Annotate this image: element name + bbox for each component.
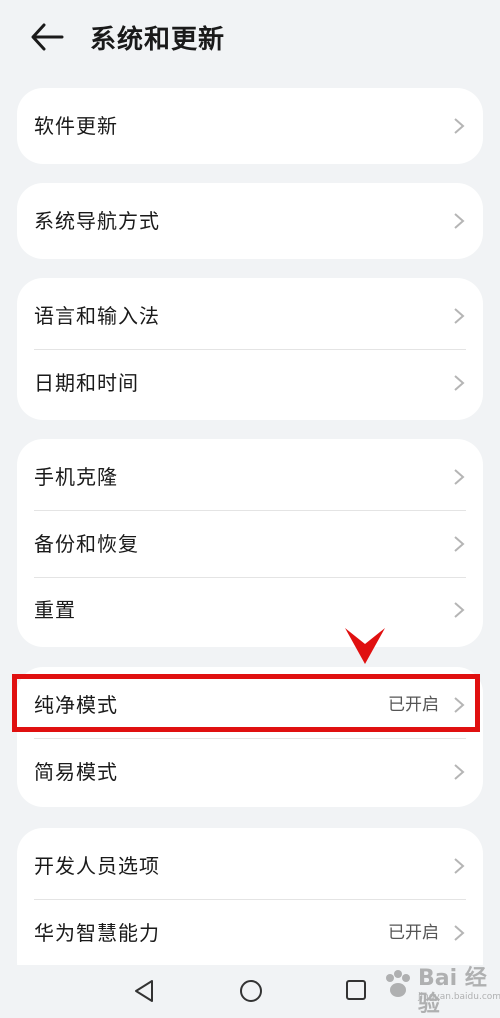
header: 系统和更新 xyxy=(0,0,500,82)
list-item-reset[interactable]: 重置 xyxy=(17,577,483,643)
list-item-simple-mode[interactable]: 简易模式 xyxy=(17,739,483,805)
section-card: 语言和输入法 日期和时间 xyxy=(17,278,483,420)
chevron-right-icon xyxy=(454,375,465,391)
page-title: 系统和更新 xyxy=(90,25,226,55)
item-label: 重置 xyxy=(34,598,76,622)
arrow-down-icon xyxy=(345,628,385,664)
list-item-navigation-mode[interactable]: 系统导航方式 xyxy=(17,188,483,254)
paw-logo-icon xyxy=(386,970,410,997)
section-card: 系统导航方式 xyxy=(17,183,483,259)
list-item-software-update[interactable]: 软件更新 xyxy=(17,93,483,159)
list-item-phone-clone[interactable]: 手机克隆 xyxy=(17,444,483,510)
item-label: 手机克隆 xyxy=(34,465,118,489)
chevron-right-icon xyxy=(454,308,465,324)
back-button[interactable] xyxy=(30,22,70,58)
item-label: 语言和输入法 xyxy=(34,304,160,328)
item-label: 系统导航方式 xyxy=(34,209,160,233)
recents-square-icon[interactable] xyxy=(345,979,367,1001)
home-circle-icon[interactable] xyxy=(239,979,263,1003)
chevron-right-icon xyxy=(454,925,465,941)
status-value: 已开启 xyxy=(388,923,439,943)
chevron-right-icon xyxy=(454,764,465,780)
item-label: 简易模式 xyxy=(34,760,118,784)
chevron-right-icon xyxy=(454,602,465,618)
section-card: 手机克隆 备份和恢复 重置 xyxy=(17,439,483,647)
list-item-backup-restore[interactable]: 备份和恢复 xyxy=(17,511,483,577)
back-triangle-icon[interactable] xyxy=(133,979,155,1003)
list-item-language-input[interactable]: 语言和输入法 xyxy=(17,283,483,349)
chevron-right-icon xyxy=(454,118,465,134)
highlight-box xyxy=(12,674,480,732)
chevron-right-icon xyxy=(454,469,465,485)
item-label: 软件更新 xyxy=(34,114,118,138)
chevron-right-icon xyxy=(454,536,465,552)
item-label: 日期和时间 xyxy=(34,371,139,395)
section-card: 开发人员选项 华为智慧能力 已开启 xyxy=(17,828,483,988)
arrow-left-icon xyxy=(31,23,64,51)
item-label: 华为智慧能力 xyxy=(34,921,160,945)
chevron-right-icon xyxy=(454,213,465,229)
watermark: Bai 经验 jingyan.baidu.com xyxy=(382,966,500,1017)
list-item-huawei-smart[interactable]: 华为智慧能力 已开启 xyxy=(17,900,483,966)
watermark-sub: jingyan.baidu.com xyxy=(418,992,500,1002)
item-label: 开发人员选项 xyxy=(34,854,160,878)
list-item-developer-options[interactable]: 开发人员选项 xyxy=(17,833,483,899)
section-card: 软件更新 xyxy=(17,88,483,164)
item-label: 备份和恢复 xyxy=(34,532,139,556)
chevron-right-icon xyxy=(454,858,465,874)
list-item-date-time[interactable]: 日期和时间 xyxy=(17,350,483,416)
